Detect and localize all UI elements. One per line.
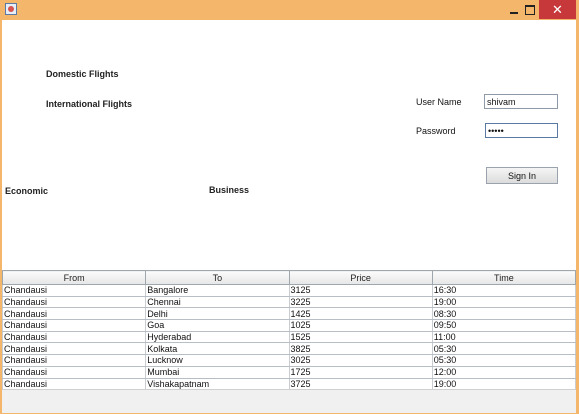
cell-to[interactable]: Delhi xyxy=(145,307,290,321)
table-row[interactable]: Chandausi Mumbai 1725 12:00 xyxy=(1,366,577,379)
table-row[interactable]: Chandausi Vishakapatnam 3725 19:00 xyxy=(1,378,577,391)
table-row[interactable]: Chandausi Kolkata 3825 05:30 xyxy=(1,342,577,356)
cell-time[interactable]: 11:00 xyxy=(432,331,577,344)
table-footer-area xyxy=(2,389,576,413)
cell-to[interactable]: Mumbai xyxy=(145,366,290,379)
cell-from[interactable]: Chandausi xyxy=(1,284,147,297)
cell-price[interactable]: 1725 xyxy=(289,366,433,379)
cell-to[interactable]: Kolkata xyxy=(145,342,290,356)
cell-time[interactable]: 16:30 xyxy=(432,284,577,297)
table-row[interactable]: Chandausi Goa 1025 09:50 xyxy=(1,319,577,332)
cell-time[interactable]: 05:30 xyxy=(432,342,577,356)
cell-to[interactable]: Goa xyxy=(145,319,290,332)
cell-time[interactable]: 08:30 xyxy=(432,307,577,321)
cell-from[interactable]: Chandausi xyxy=(1,366,147,379)
cell-price[interactable]: 3225 xyxy=(289,296,433,309)
cell-price[interactable]: 3725 xyxy=(289,378,433,391)
domestic-flights-label[interactable]: Domestic Flights xyxy=(46,69,119,79)
title-bar[interactable]: ✕ xyxy=(0,0,579,20)
table-row[interactable]: Chandausi Hyderabad 1525 11:00 xyxy=(1,331,577,344)
cell-from[interactable]: Chandausi xyxy=(1,307,147,321)
content-panel: Domestic Flights International Flights E… xyxy=(1,20,577,413)
cell-to[interactable]: Chennai xyxy=(145,296,290,309)
cell-to[interactable]: Hyderabad xyxy=(145,331,290,344)
cell-price[interactable]: 1425 xyxy=(289,307,433,321)
username-label: User Name xyxy=(416,97,462,107)
cell-from[interactable]: Chandausi xyxy=(1,378,147,391)
app-window: ✕ Domestic Flights International Flights… xyxy=(0,0,579,414)
username-input[interactable] xyxy=(484,94,558,109)
cell-from[interactable]: Chandausi xyxy=(1,354,147,367)
cell-to[interactable]: Lucknow xyxy=(145,354,290,367)
table-row[interactable]: Chandausi Bangalore 3125 16:30 xyxy=(1,284,577,297)
cell-price[interactable]: 3025 xyxy=(289,354,433,367)
cell-from[interactable]: Chandausi xyxy=(1,319,147,332)
column-header-to[interactable]: To xyxy=(145,270,290,285)
cell-time[interactable]: 19:00 xyxy=(432,378,577,391)
flights-table-container: From To Price Time Chandausi Bangalore 3… xyxy=(1,270,577,391)
password-label: Password xyxy=(416,126,456,136)
cell-price[interactable]: 3125 xyxy=(289,284,433,297)
cell-from[interactable]: Chandausi xyxy=(1,342,147,356)
cell-price[interactable]: 1525 xyxy=(289,331,433,344)
cell-to[interactable]: Bangalore xyxy=(145,284,290,297)
table-header-row: From To Price Time xyxy=(1,270,577,285)
cell-time[interactable]: 12:00 xyxy=(432,366,577,379)
column-header-from[interactable]: From xyxy=(1,270,147,285)
cell-from[interactable]: Chandausi xyxy=(1,296,147,309)
table-row[interactable]: Chandausi Lucknow 3025 05:30 xyxy=(1,354,577,367)
cell-to[interactable]: Vishakapatnam xyxy=(145,378,290,391)
cell-price[interactable]: 1025 xyxy=(289,319,433,332)
column-header-time[interactable]: Time xyxy=(431,270,577,285)
table-row[interactable]: Chandausi Delhi 1425 08:30 xyxy=(1,307,577,321)
business-label[interactable]: Business xyxy=(209,185,249,195)
economic-label[interactable]: Economic xyxy=(5,186,48,196)
cell-time[interactable]: 19:00 xyxy=(432,296,577,309)
sign-in-button[interactable]: Sign In xyxy=(486,167,558,184)
cell-time[interactable]: 05:30 xyxy=(432,354,577,367)
cell-price[interactable]: 3825 xyxy=(289,342,433,356)
column-header-price[interactable]: Price xyxy=(288,270,433,285)
table-row[interactable]: Chandausi Chennai 3225 19:00 xyxy=(1,296,577,309)
close-icon: ✕ xyxy=(552,1,563,17)
cell-time[interactable]: 09:50 xyxy=(432,319,577,332)
java-app-icon xyxy=(5,3,17,15)
password-input[interactable] xyxy=(485,123,558,138)
close-button[interactable]: ✕ xyxy=(539,0,576,19)
flights-table: From To Price Time Chandausi Bangalore 3… xyxy=(1,270,577,391)
maximize-icon xyxy=(525,4,535,15)
cell-from[interactable]: Chandausi xyxy=(1,331,147,344)
international-flights-label[interactable]: International Flights xyxy=(46,99,132,109)
